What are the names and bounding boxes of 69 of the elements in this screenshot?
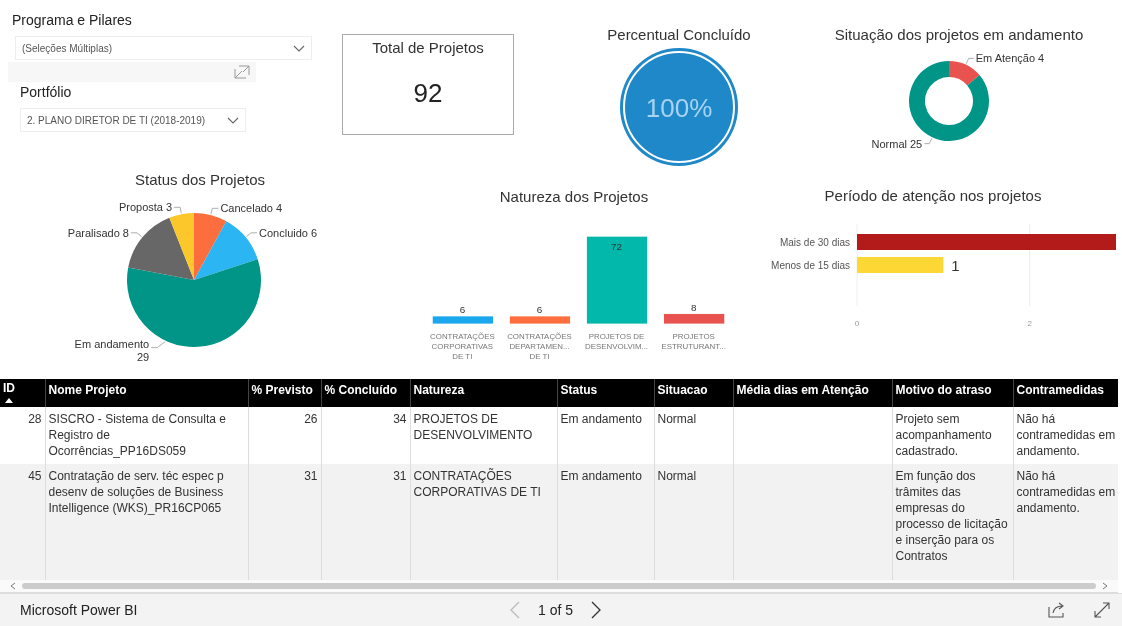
chart-title: Situação dos projetos em andamento: [834, 26, 1084, 43]
data-label: 1: [951, 257, 960, 274]
scrollbar[interactable]: [0, 580, 1118, 593]
dropdown[interactable]: 2. PLANO DIRETOR DE TI (2018-2019): [20, 108, 246, 132]
leader-line: [210, 207, 219, 215]
chart-title: Natureza dos Projetos: [499, 188, 649, 205]
share-icon[interactable]: [1048, 602, 1066, 619]
focus-mode-icon[interactable]: [234, 65, 250, 79]
data-label: 6: [536, 304, 543, 316]
chart-title: Percentual Concluído: [607, 26, 751, 43]
leader-line: [965, 57, 975, 65]
next-page-icon[interactable]: [591, 601, 602, 620]
data-label: Em andamento 29: [74, 337, 150, 363]
card-title: Total de Projetos: [372, 39, 484, 56]
chevron-down-icon: [293, 44, 305, 52]
axis-tick: 0: [854, 319, 860, 328]
slicer-label: Portfólio: [20, 84, 72, 100]
gauge-value: 100%: [645, 93, 713, 123]
axis-label: CONTRATAÇÕES DEPARTAMEN... DE TI: [507, 332, 572, 362]
column-header[interactable]: Motivo do atraso: [892, 379, 1013, 407]
data-label: Cancelado 4: [220, 202, 283, 215]
axis-label: Mais de 30 dias: [779, 237, 850, 248]
table-cell: Normal: [654, 464, 733, 581]
leader-line: [130, 232, 142, 238]
column-header[interactable]: Nome Projeto: [45, 379, 248, 407]
table-cell: Não há contramedidas em andamento.: [1013, 464, 1118, 581]
scroll-right-icon[interactable]: [1102, 582, 1108, 591]
data-label: Paralisado 8: [67, 226, 129, 239]
slicer-label: Programa e Pilares: [12, 12, 132, 28]
chart-title: Período de atenção nos projetos: [824, 187, 1042, 204]
data-label: Concluido 6: [259, 226, 318, 239]
data-label: Proposta 3: [118, 201, 173, 214]
table-cell: 45: [0, 464, 45, 581]
column-header[interactable]: % Concluído: [321, 379, 410, 407]
page-indicator: 1 of 5: [538, 602, 574, 619]
axis-label: Menos de 15 dias: [771, 260, 850, 271]
dropdown[interactable]: (Seleções Múltiplas): [15, 36, 312, 60]
column-header[interactable]: Natureza: [410, 379, 557, 407]
column-header[interactable]: Média dias em Atenção: [733, 379, 892, 407]
card-value: 92: [413, 78, 443, 109]
data-label: Em Atenção 4: [975, 52, 1045, 65]
chart-title: Status dos Projetos: [134, 171, 266, 188]
axis-tick: 2: [1027, 319, 1032, 328]
column-header[interactable]: Contramedidas: [1013, 379, 1118, 407]
data-label: 6: [459, 304, 466, 316]
column-header[interactable]: Status: [557, 379, 654, 407]
expand-icon[interactable]: [1094, 602, 1110, 619]
leader-line: [173, 206, 182, 214]
data-label: 8: [690, 302, 697, 313]
table-cell: Em andamento: [557, 464, 654, 581]
data-label: Normal 25: [871, 137, 923, 150]
column-header[interactable]: Situacao: [654, 379, 733, 407]
table-cell: CONTRATAÇÕES CORPORATIVAS DE TI: [410, 464, 557, 581]
column-header[interactable]: ID: [0, 379, 45, 407]
axis-label: CONTRATAÇÕES CORPORATIVAS DE TI: [430, 332, 495, 362]
axis-label: PROJETOS DE DESENVOLVIM...: [585, 332, 649, 352]
scroll-left-icon[interactable]: [10, 582, 16, 591]
leader-line: [246, 232, 258, 238]
table-cell: 31: [248, 464, 321, 581]
leader-line: [923, 137, 933, 145]
data-label: 72: [611, 241, 623, 253]
table-cell: 31: [321, 464, 410, 581]
brand-name[interactable]: Microsoft Power BI: [20, 602, 510, 619]
table-cell: Contratação de serv. téc espec p desenv de soluções de Business Intelligence (WKS)_PR16CP065: [45, 464, 248, 581]
chevron-down-icon: [227, 116, 239, 124]
leader-line: [150, 341, 166, 348]
table-cell: Em função dos trâmites das empresas do processo de licitação e inserção para os Contratos: [892, 464, 1013, 581]
column-header[interactable]: % Previsto: [248, 379, 321, 407]
axis-label: PROJETOS ESTRUTURANT...: [661, 332, 726, 352]
